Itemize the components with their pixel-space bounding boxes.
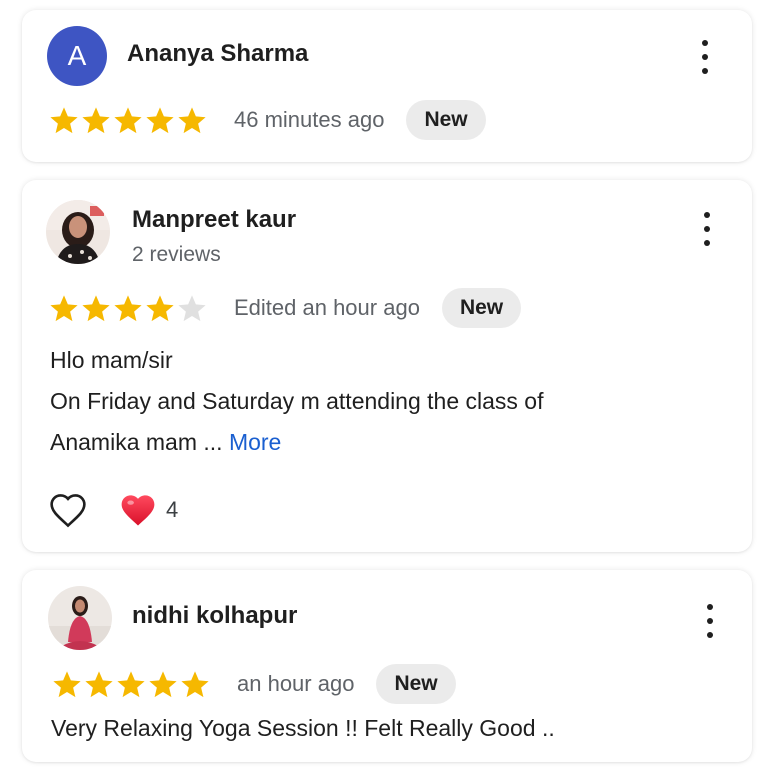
star-filled-icon [114, 295, 142, 322]
heart-outline-icon[interactable] [48, 492, 88, 528]
heart-reaction-icon[interactable] [118, 492, 158, 528]
reaction-count: 4 [166, 497, 179, 522]
avatar[interactable]: A [47, 26, 107, 86]
star-filled-icon [146, 107, 174, 134]
more-options-icon[interactable] [697, 40, 713, 74]
rating-row: 46 minutes ago New [48, 100, 486, 140]
review-line: Very Relaxing Yoga Session !! Felt Reall… [51, 715, 555, 741]
star-filled-icon [53, 671, 81, 698]
author-name[interactable]: Manpreet kaur [132, 206, 296, 234]
review-text: Very Relaxing Yoga Session !! Felt Reall… [51, 708, 555, 749]
avatar[interactable] [48, 586, 112, 650]
rating-row: Edited an hour ago New [48, 288, 522, 328]
star-rating [51, 669, 211, 699]
star-filled-icon [50, 295, 78, 322]
new-badge: New [406, 100, 486, 140]
author-name[interactable]: nidhi kolhapur [132, 602, 297, 630]
star-filled-icon [114, 107, 142, 134]
profile-photo [48, 586, 112, 650]
author-name[interactable]: Ananya Sharma [127, 40, 308, 68]
more-link[interactable]: More [229, 429, 281, 455]
review-count: 2 reviews [132, 243, 221, 266]
star-empty-icon [178, 295, 206, 322]
star-filled-icon [146, 295, 174, 322]
review-card: Manpreet kaur 2 reviews Edited an hour a… [22, 180, 752, 552]
star-filled-icon [82, 107, 110, 134]
review-card: nidhi kolhapur an hour ago New Very Rela… [22, 570, 752, 762]
review-card: A Ananya Sharma 46 minutes ago New [22, 10, 752, 162]
new-badge: New [376, 664, 456, 704]
profile-photo [46, 200, 110, 264]
review-line: On Friday and Saturday m attending the c… [50, 388, 544, 414]
avatar-letter: A [67, 40, 87, 71]
star-filled-icon [178, 107, 206, 134]
star-filled-icon [117, 671, 145, 698]
star-filled-icon [50, 107, 78, 134]
review-line: Anamika mam ... More [50, 422, 544, 463]
review-time: an hour ago [237, 671, 355, 696]
reactions-row: 4 [48, 492, 178, 528]
star-rating [48, 293, 208, 323]
star-filled-icon [149, 671, 177, 698]
avatar[interactable] [46, 200, 110, 264]
star-rating [48, 105, 208, 135]
review-line-text: Anamika mam ... [50, 429, 223, 455]
review-text: Hlo mam/sir On Friday and Saturday m att… [50, 340, 544, 463]
rating-row: an hour ago New [51, 664, 456, 704]
review-time: 46 minutes ago [234, 107, 385, 132]
new-badge: New [441, 288, 522, 328]
star-filled-icon [181, 671, 209, 698]
review-line: Hlo mam/sir [50, 347, 173, 373]
more-options-icon[interactable] [699, 212, 715, 246]
more-options-icon[interactable] [702, 604, 718, 638]
star-filled-icon [85, 671, 113, 698]
star-filled-icon [82, 295, 110, 322]
review-time: Edited an hour ago [234, 295, 420, 320]
